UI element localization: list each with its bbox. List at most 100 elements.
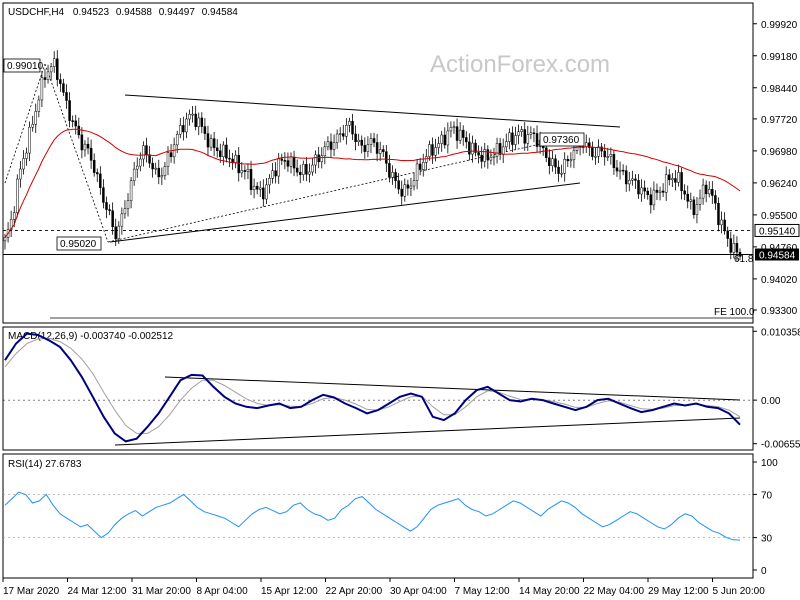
candle-body [25, 152, 28, 159]
time-tick-label: 7 May 12:00 [455, 586, 510, 597]
candle-body [246, 169, 250, 172]
candle-body [215, 147, 219, 152]
price-tick-label: 0.97720 [761, 115, 798, 126]
candle-body [655, 189, 659, 193]
candle-body [446, 130, 450, 146]
candle-body [569, 159, 573, 162]
macd-header: MACD(12,26,9) -0.003740 -0.002512 [8, 331, 174, 342]
candle-body [369, 138, 373, 145]
candle-body [375, 142, 379, 154]
candle-body [203, 126, 207, 134]
time-tick-label: 22 May 04:00 [584, 586, 645, 597]
candle-body [308, 171, 311, 175]
candle-body [255, 185, 259, 190]
symbol-header: USDCHF,H4 0.94523 0.94588 0.94497 0.9458… [8, 7, 238, 18]
candle-body [729, 238, 733, 253]
candle-body [455, 126, 459, 141]
low-label: 0.95020 [60, 239, 97, 250]
chart-canvas[interactable]: ActionForex.com USDCHF,H4 0.94523 0.9458… [0, 0, 800, 600]
candle-body [609, 154, 613, 157]
candle-body [249, 169, 253, 190]
candle-body [286, 160, 290, 167]
candle-body [437, 143, 440, 148]
candle-body [440, 134, 443, 144]
candle-body [701, 184, 705, 199]
candle-body [618, 169, 622, 172]
rsi-axis: 100 70 30 0 [753, 458, 778, 577]
candle-body [505, 141, 508, 148]
candle-body [554, 158, 557, 168]
candle-body [498, 143, 502, 155]
fib-leg-3 [107, 134, 581, 243]
candle-body [126, 200, 130, 210]
candle-body [289, 156, 293, 167]
time-tick-label: 17 Mar 2020 [3, 586, 60, 597]
candle-body [612, 154, 616, 169]
candle-body [68, 100, 71, 121]
candle-body [317, 154, 320, 163]
candle-body [163, 166, 167, 176]
time-tick-label: 5 Jun 20:00 [713, 586, 766, 597]
candle-body [637, 180, 640, 195]
candle-body [166, 152, 170, 167]
candle-body [658, 190, 662, 193]
rsi-tick-label: 30 [761, 534, 773, 545]
candle-body [689, 199, 693, 202]
price-tick-label: 0.94020 [761, 275, 798, 286]
candle-body [228, 157, 231, 160]
candle-body [572, 150, 576, 161]
candle-body [717, 202, 720, 226]
candle-body [714, 195, 717, 204]
candle-body [452, 126, 456, 128]
candle-body [366, 144, 370, 152]
candle-body [160, 175, 164, 178]
candle-body [606, 156, 610, 158]
symbol-label: USDCHF,H4 [8, 7, 65, 18]
candle-body [99, 173, 102, 188]
candle-body [520, 129, 523, 132]
candle-body [74, 120, 77, 127]
ohlc-close: 0.94584 [202, 7, 239, 18]
candle-body [397, 180, 400, 190]
candle-body [206, 133, 210, 148]
candle-body [132, 168, 136, 181]
candle-body [338, 133, 342, 135]
macd-lower-trendline [114, 417, 741, 446]
candle-body [31, 124, 34, 128]
candle-body [28, 126, 31, 154]
candle-body [114, 226, 117, 239]
macd-main-line [4, 332, 741, 443]
candle-body [382, 149, 385, 153]
candle-body [179, 125, 182, 135]
candle-body [323, 146, 327, 157]
candle-body [594, 156, 597, 158]
candle-body [345, 125, 348, 137]
candle-body [698, 197, 702, 205]
candle-body [418, 163, 422, 170]
candle-body [280, 158, 284, 161]
rsi-header: RSI(14) 27.6783 [8, 459, 82, 470]
rsi-line [4, 491, 741, 541]
candle-body [200, 117, 204, 127]
current-price-text: 0.94584 [759, 251, 796, 262]
candle-body [458, 129, 462, 141]
candle-body [545, 147, 548, 159]
time-tick-label: 30 Apr 04:00 [390, 586, 447, 597]
candle-body [378, 149, 382, 154]
candle-body [597, 146, 600, 157]
candle-body [603, 150, 606, 158]
candle-body [80, 134, 84, 151]
candle-body [584, 142, 588, 147]
candle-body [268, 177, 271, 186]
candle-body [335, 133, 339, 143]
candle-body [720, 219, 723, 226]
candle-body [135, 165, 139, 170]
candle-body [209, 138, 213, 148]
rsi-tick-label: 100 [761, 458, 778, 469]
candle-body [646, 190, 649, 195]
candle-body [461, 129, 465, 138]
candle-body [732, 243, 736, 253]
candle-body [185, 118, 188, 133]
candle-body [169, 152, 173, 158]
candle-body [92, 160, 96, 173]
